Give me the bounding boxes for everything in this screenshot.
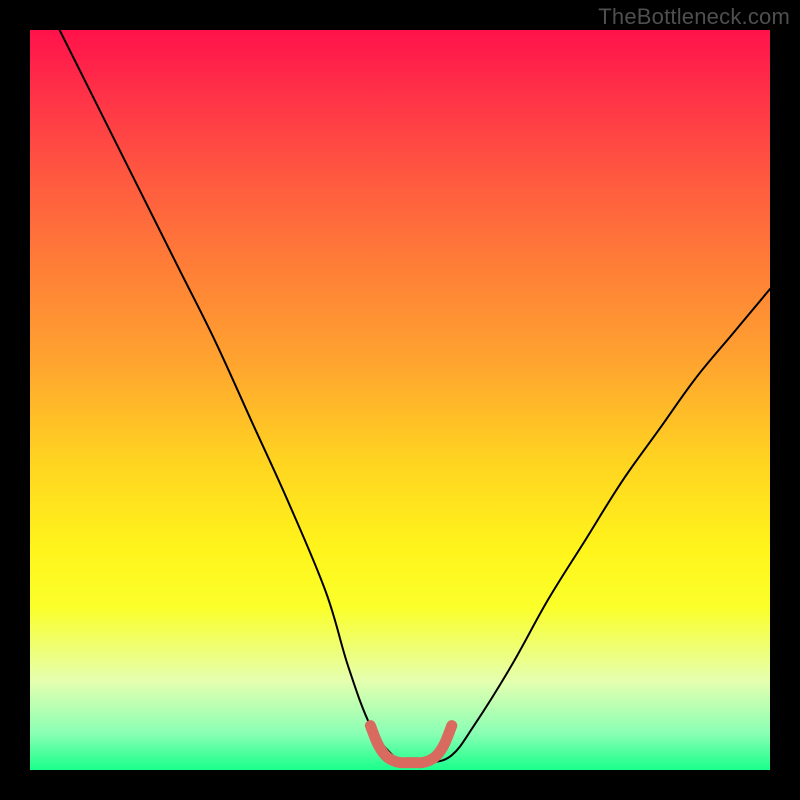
chart-frame: TheBottleneck.com (0, 0, 800, 800)
plot-area (30, 30, 770, 770)
optimal-zone (370, 726, 451, 763)
bottleneck-curve (60, 30, 770, 764)
chart-svg (30, 30, 770, 770)
watermark-text: TheBottleneck.com (598, 4, 790, 30)
